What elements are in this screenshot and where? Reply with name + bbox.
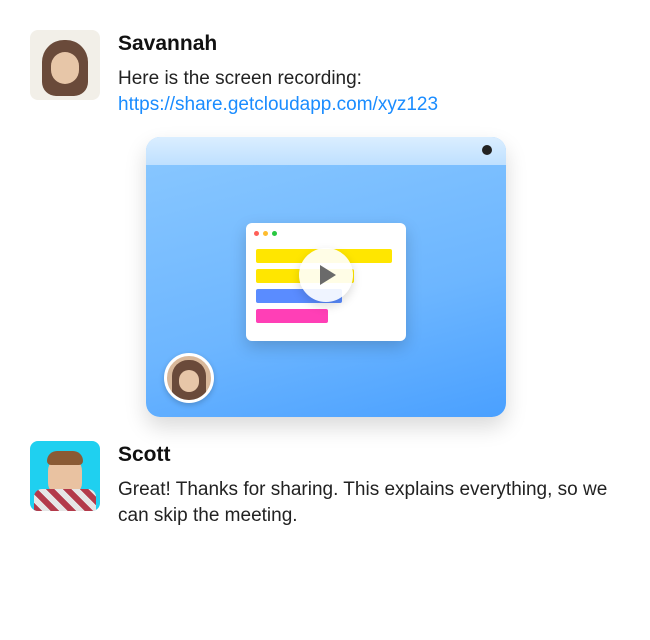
presenter-bubble-avatar[interactable] bbox=[164, 353, 214, 403]
message-savannah: Savannah Here is the screen recording: h… bbox=[30, 30, 620, 117]
message-intro: Here is the screen recording: bbox=[118, 68, 362, 89]
video-preview-card[interactable] bbox=[146, 137, 506, 417]
message-body: Scott Great! Thanks for sharing. This ex… bbox=[118, 441, 620, 528]
message-body: Savannah Here is the screen recording: h… bbox=[118, 30, 620, 117]
message-text: Here is the screen recording: https://sh… bbox=[118, 66, 620, 117]
avatar-savannah[interactable] bbox=[30, 30, 100, 100]
traffic-lights-icon bbox=[254, 231, 277, 236]
camera-icon bbox=[482, 145, 492, 155]
sender-name: Scott bbox=[118, 443, 620, 467]
message-scott: Scott Great! Thanks for sharing. This ex… bbox=[30, 441, 620, 528]
sender-name: Savannah bbox=[118, 32, 620, 56]
play-icon bbox=[318, 264, 338, 286]
preview-titlebar bbox=[146, 137, 506, 165]
play-button[interactable] bbox=[299, 248, 353, 302]
avatar-scott[interactable] bbox=[30, 441, 100, 511]
message-text: Great! Thanks for sharing. This explains… bbox=[118, 477, 620, 528]
recording-link[interactable]: https://share.getcloudapp.com/xyz123 bbox=[118, 94, 438, 115]
content-bar bbox=[256, 309, 328, 323]
